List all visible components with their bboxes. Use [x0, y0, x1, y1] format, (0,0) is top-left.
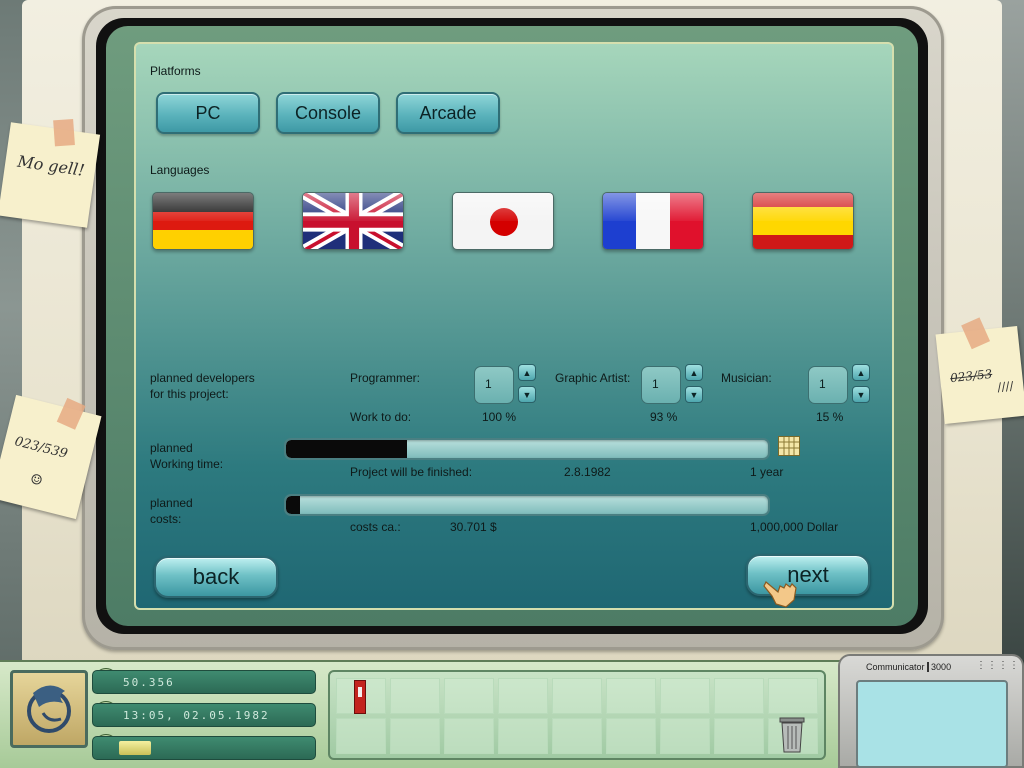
inventory-slot[interactable] [390, 718, 440, 754]
sticky-note-right: 023/53 //// [935, 317, 1024, 425]
graphic-artist-decrease-button[interactable]: ▼ [685, 386, 703, 403]
sticky-note-text: 023/53 [949, 366, 993, 386]
programmer-increase-button[interactable]: ▲ [518, 364, 536, 381]
game-speed-fill [119, 741, 151, 755]
inventory-slot[interactable] [444, 678, 494, 714]
working-time-label-line2: Working time: [150, 457, 224, 471]
japan-flag-icon[interactable] [452, 192, 554, 250]
costs-slider[interactable] [284, 494, 770, 516]
hand-cursor-icon [762, 574, 802, 610]
inventory-slot[interactable] [660, 678, 710, 714]
game-speed-bar[interactable] [92, 736, 316, 760]
calendar-icon[interactable] [778, 436, 800, 456]
graphic-artist-count-field[interactable]: 1 [641, 366, 681, 404]
programmer-decrease-button[interactable]: ▼ [518, 386, 536, 403]
uk-flag-icon[interactable] [302, 192, 404, 250]
inventory-slot[interactable] [768, 678, 818, 714]
costs-label-line2: costs: [150, 512, 182, 526]
inventory-slots [328, 670, 826, 760]
platform-console-button[interactable]: Console [276, 92, 380, 134]
inventory-slot[interactable] [714, 678, 764, 714]
inventory-slot[interactable] [498, 718, 548, 754]
money-display: 50.356 [92, 670, 316, 694]
company-logo[interactable] [10, 670, 88, 748]
developers-heading-line1: planned developers [150, 371, 255, 385]
inventory-slot[interactable] [660, 718, 710, 754]
france-flag-icon[interactable] [602, 192, 704, 250]
working-time-fill [286, 440, 407, 458]
trash-can-icon[interactable] [778, 714, 806, 754]
graphic-artist-increase-button[interactable]: ▲ [685, 364, 703, 381]
communicator-speaker-icon: ⋮⋮⋮⋮ [976, 660, 1020, 671]
musician-work-value: 15 % [816, 410, 844, 424]
inventory-slot[interactable] [390, 678, 440, 714]
back-button[interactable]: back [154, 556, 278, 598]
graphic-artist-label: Graphic Artist: [555, 371, 631, 385]
musician-increase-button[interactable]: ▲ [852, 364, 870, 381]
inventory-slot[interactable] [552, 678, 602, 714]
platforms-heading: Platforms [150, 64, 201, 78]
musician-decrease-button[interactable]: ▼ [852, 386, 870, 403]
musician-label: Musician: [721, 371, 772, 385]
costs-value: 30.701 $ [450, 520, 497, 534]
programmer-count-field[interactable]: 1 [474, 366, 514, 404]
costs-label-line1: planned [150, 496, 193, 510]
graphic-artist-work-value: 93 % [650, 410, 678, 424]
programmer-label: Programmer: [350, 371, 421, 385]
sticky-note-left-top: Mo gell! [0, 119, 101, 228]
inventory-slot[interactable] [606, 718, 656, 754]
sticky-note-text: 023/539 [13, 434, 70, 462]
finish-date: 2.8.1982 [564, 465, 611, 479]
costs-fill [286, 496, 301, 514]
working-time-max: 1 year [750, 465, 784, 479]
platform-pc-button[interactable]: PC [156, 92, 260, 134]
inventory-slot[interactable] [714, 718, 764, 754]
finish-label: Project will be finished: [350, 465, 473, 479]
inventory-slot[interactable] [606, 678, 656, 714]
communicator-screen [856, 680, 1008, 768]
costs-max: 1,000,000 Dollar [750, 520, 839, 534]
programmer-work-value: 100 % [482, 410, 517, 424]
communicator-label: Communicator 3000 [866, 662, 952, 672]
working-time-label-line1: planned [150, 441, 193, 455]
project-setup-screen: Platforms PC Console Arcade Languages pl… [134, 42, 894, 610]
red-book-icon[interactable] [354, 680, 366, 714]
german-flag-icon[interactable] [152, 192, 254, 250]
inventory-slot[interactable] [498, 678, 548, 714]
inventory-slot[interactable] [444, 718, 494, 754]
languages-heading: Languages [150, 163, 210, 177]
date-time-display: 13:05, 02.05.1982 [92, 703, 316, 727]
inventory-slot[interactable] [336, 718, 386, 754]
inventory-slot[interactable] [552, 718, 602, 754]
working-time-slider[interactable] [284, 438, 770, 460]
work-to-do-label: Work to do: [350, 410, 412, 424]
platform-arcade-button[interactable]: Arcade [396, 92, 500, 134]
musician-count-field[interactable]: 1 [808, 366, 848, 404]
costs-ca-label: costs ca.: [350, 520, 401, 534]
spain-flag-icon[interactable] [752, 192, 854, 250]
developers-heading-line2: for this project: [150, 387, 229, 401]
sticky-note-text: Mo gell! [16, 151, 86, 180]
